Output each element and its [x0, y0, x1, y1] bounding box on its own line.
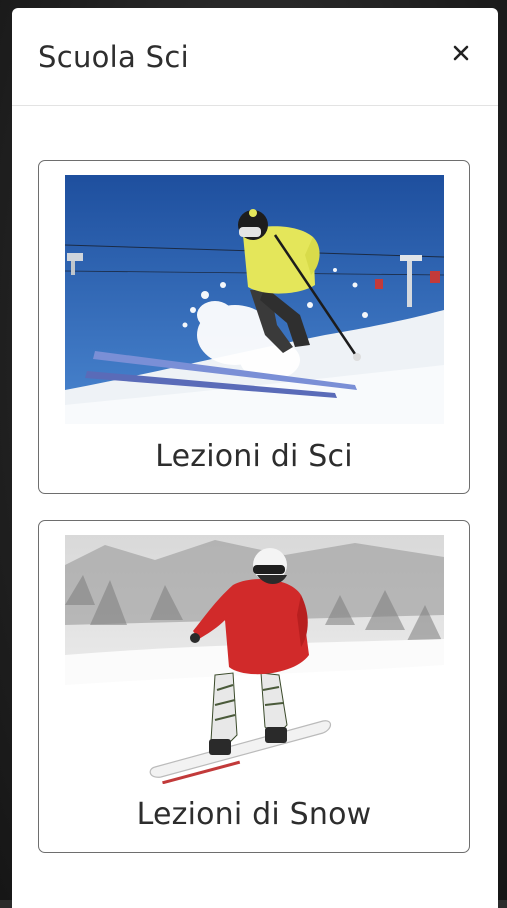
- close-icon: [453, 45, 469, 61]
- close-button[interactable]: [446, 38, 476, 68]
- card-snow-lessons[interactable]: Lezioni di Snow: [38, 520, 470, 853]
- modal-header: Scuola Sci: [12, 8, 498, 106]
- skier-jumping-photo: [65, 175, 444, 424]
- card-ski-lessons[interactable]: Lezioni di Sci: [38, 160, 470, 494]
- snowboarder-photo: [65, 535, 444, 784]
- card-label-snow: Lezioni di Snow: [136, 797, 372, 832]
- card-label-ski: Lezioni di Sci: [155, 439, 353, 474]
- modal-title: Scuola Sci: [38, 40, 189, 74]
- modal-dialog: Scuola Sci Lezioni di Sci Lezioni di Sno…: [12, 8, 498, 908]
